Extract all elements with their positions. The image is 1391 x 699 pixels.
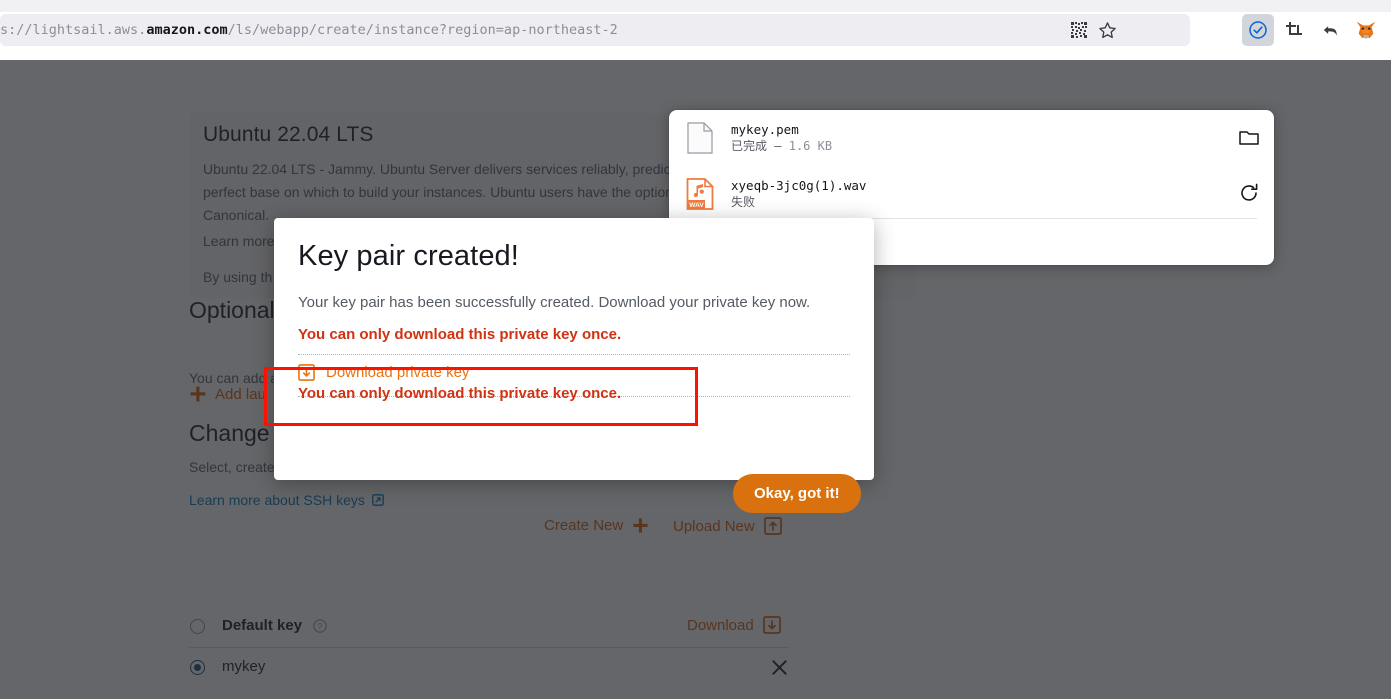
annotation-highlight-label: You can only download this private key o… [298,385,622,402]
screenshot-crop-icon[interactable] [1278,14,1310,46]
open-folder-icon[interactable] [1238,126,1260,148]
address-bar-text: s://lightsail.aws.amazon.com/ls/webapp/c… [0,22,618,38]
metamask-fox-icon[interactable] [1350,14,1382,46]
download-status: 失败 [731,195,756,209]
address-bar[interactable]: s://lightsail.aws.amazon.com/ls/webapp/c… [0,14,1190,46]
url-prefix: s://lightsail.aws. [0,22,147,38]
dialog-warning-text: You can only download this private key o… [298,326,622,343]
page-viewport: Ubuntu 22.04 LTS Ubuntu 22.04 LTS - Jamm… [0,60,1391,699]
download-filename: mykey.pem [731,122,799,137]
generic-file-icon [669,122,731,154]
download-item-1-text: xyeqb-3jc0g(1).wav 失败 [731,177,866,211]
okay-got-it-button[interactable]: Okay, got it! [733,474,861,513]
download-private-key-label: Download private key [326,364,470,381]
bookmark-star-icon[interactable] [1091,14,1123,46]
dialog-divider-top [298,354,850,355]
download-item-1[interactable]: WAV xyeqb-3jc0g(1).wav 失败 [669,166,1274,222]
url-domain: amazon.com [146,22,228,38]
wav-file-icon: WAV [669,178,731,210]
key-pair-created-dialog: Key pair created! Your key pair has been… [274,218,874,513]
chrome-tab-strip [0,0,1391,12]
undo-arrow-icon[interactable] [1314,14,1346,46]
download-status: 已完成 — 1.6 KB [731,139,833,153]
dialog-subtitle: Your key pair has been successfully crea… [298,294,811,311]
download-box-icon [298,364,315,381]
dialog-title: Key pair created! [298,240,519,272]
download-item-0-text: mykey.pem 已完成 — 1.6 KB [731,121,832,155]
download-filename: xyeqb-3jc0g(1).wav [731,178,867,193]
retry-icon[interactable] [1238,182,1260,204]
browser-chrome: s://lightsail.aws.amazon.com/ls/webapp/c… [0,0,1391,60]
url-suffix: /ls/webapp/create/instance?region=ap-nor… [227,22,618,38]
download-private-key-button[interactable]: Download private key [298,364,469,381]
svg-text:WAV: WAV [689,202,704,209]
downloads-complete-icon[interactable] [1242,14,1274,46]
download-item-0[interactable]: mykey.pem 已完成 — 1.6 KB [669,110,1274,166]
